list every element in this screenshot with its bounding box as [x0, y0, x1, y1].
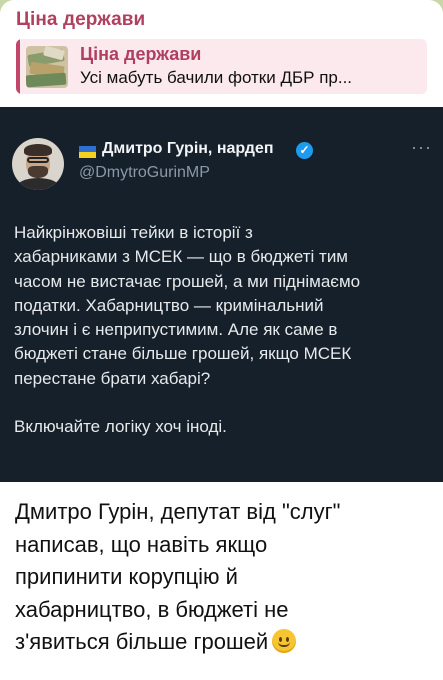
avatar [12, 138, 64, 190]
slightly-smiling-face-icon [272, 629, 297, 653]
tweet-line: Включайте логіку хоч іноді. [14, 417, 227, 437]
message-line: хабарництво, в бюджеті не [15, 596, 289, 622]
tweet-author-name: Дмитро Гурін, нардеп [102, 140, 274, 157]
message-line: з'явиться більше грошей [15, 629, 269, 654]
tweet-line: перестане брати хабарі? [14, 368, 211, 388]
message-bubble: Ціна держави Ціна держави Усі мабуть бач… [0, 0, 443, 680]
tweet-line: злочин і є неприпустимим. Але як саме в [14, 320, 338, 340]
ukraine-flag-icon [79, 146, 96, 158]
tweet-line: хабарниками з МСЕК — що в бюджеті тим [14, 247, 348, 267]
tweet-screenshot-image[interactable]: Дмитро Гурін, нардеп ✓ @DmytroGurinMP ··… [0, 107, 443, 482]
tweet-author-handle: @DmytroGurinMP [79, 164, 210, 181]
tweet-paragraph-gap [14, 391, 429, 415]
message-line: Дмитро Гурін, депутат від "слуг" [15, 499, 341, 524]
tweet-line: бюджеті стане більше грошей, якщо МСЕК [14, 344, 352, 364]
reply-thumbnail [26, 46, 68, 88]
verified-badge-icon: ✓ [296, 142, 313, 159]
reply-accent-bar [16, 39, 20, 94]
message-line-last: з'явиться більше грошей [15, 626, 435, 659]
message-text: Дмитро Гурін, депутат від "слуг" написав… [15, 496, 435, 659]
reply-preview[interactable]: Ціна держави Усі мабуть бачили фотки ДБР… [16, 39, 427, 94]
message-line: написав, що навіть якщо [15, 531, 268, 557]
reply-title: Ціна держави [80, 44, 202, 64]
tweet-line: часом не вистачає грошей, а ми піднімаєм… [14, 271, 361, 291]
reply-text: Усі мабуть бачили фотки ДБР пр... [80, 68, 353, 87]
tweet-line: Найкрінжовіші тейки в історії з [14, 223, 253, 242]
tweet-line: податки. Хабарництво — кримінальний [14, 295, 324, 315]
channel-name[interactable]: Ціна держави [16, 9, 145, 31]
more-options-icon: ··· [411, 137, 432, 157]
message-line: припинити корупцію й [15, 564, 238, 589]
tweet-text: Найкрінжовіші тейки в історії з хабарник… [14, 221, 429, 440]
